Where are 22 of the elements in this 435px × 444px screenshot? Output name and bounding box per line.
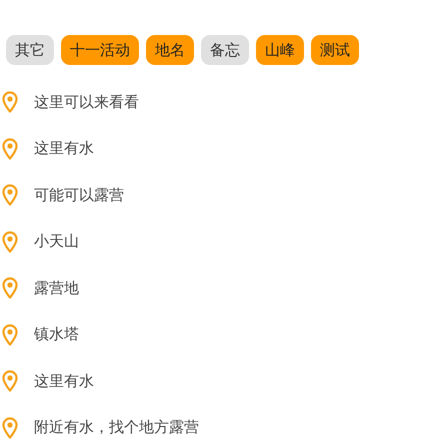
place-name[interactable]: 露营地 [34, 278, 79, 298]
location-pin-icon [2, 91, 18, 114]
tag-chip[interactable]: 备忘 [201, 35, 249, 65]
tag-chip[interactable]: 山峰 [256, 35, 304, 65]
place-name[interactable]: 可能可以露营 [34, 186, 124, 205]
location-pin-icon [2, 230, 18, 253]
location-pin-icon [2, 138, 18, 160]
location-pin-icon [2, 370, 18, 392]
place-name[interactable]: 这里可以来看看 [34, 92, 139, 112]
location-pin-icon [2, 277, 18, 300]
tag-chip[interactable]: 测试 [311, 35, 359, 65]
tag-chip[interactable]: 地名 [146, 35, 194, 65]
location-pin-icon [2, 184, 18, 206]
place-name[interactable]: 小天山 [34, 232, 79, 252]
tag-chip[interactable]: 其它 [6, 35, 54, 65]
place-name[interactable]: 这里有水 [34, 372, 94, 391]
place-name[interactable]: 这里有水 [34, 139, 94, 158]
place-name[interactable]: 镇水塔 [34, 325, 79, 344]
location-pin-icon [2, 416, 18, 439]
location-pin-icon [2, 324, 18, 346]
tag-chip[interactable]: 十一活动 [61, 35, 139, 65]
place-name[interactable]: 附近有水，找个地方露营 [34, 418, 199, 438]
